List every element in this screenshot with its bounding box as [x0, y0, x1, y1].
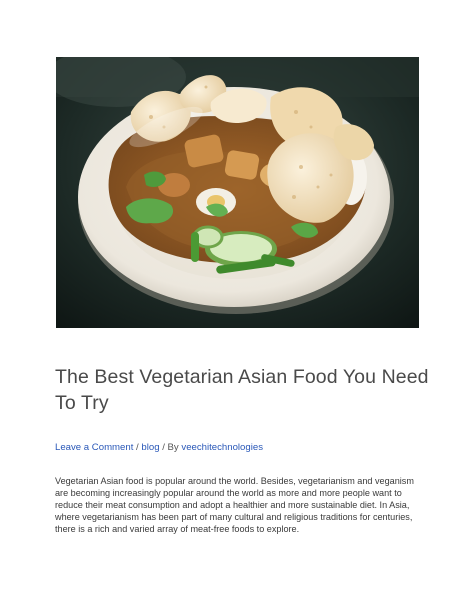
leave-comment-link[interactable]: Leave a Comment — [55, 442, 133, 453]
category-link[interactable]: blog — [141, 442, 159, 453]
meta-byline: / By — [159, 442, 182, 453]
featured-image — [56, 57, 419, 328]
author-link[interactable]: veechitechnologies — [181, 442, 263, 453]
article-intro: Vegetarian Asian food is popular around … — [55, 476, 414, 535]
article-title: The Best Vegetarian Asian Food You Need … — [55, 366, 429, 414]
page: The Best Vegetarian Asian Food You Need … — [0, 0, 474, 613]
food-photo — [56, 57, 419, 328]
post-meta: Leave a Comment / blog / By veechitechno… — [55, 442, 263, 454]
